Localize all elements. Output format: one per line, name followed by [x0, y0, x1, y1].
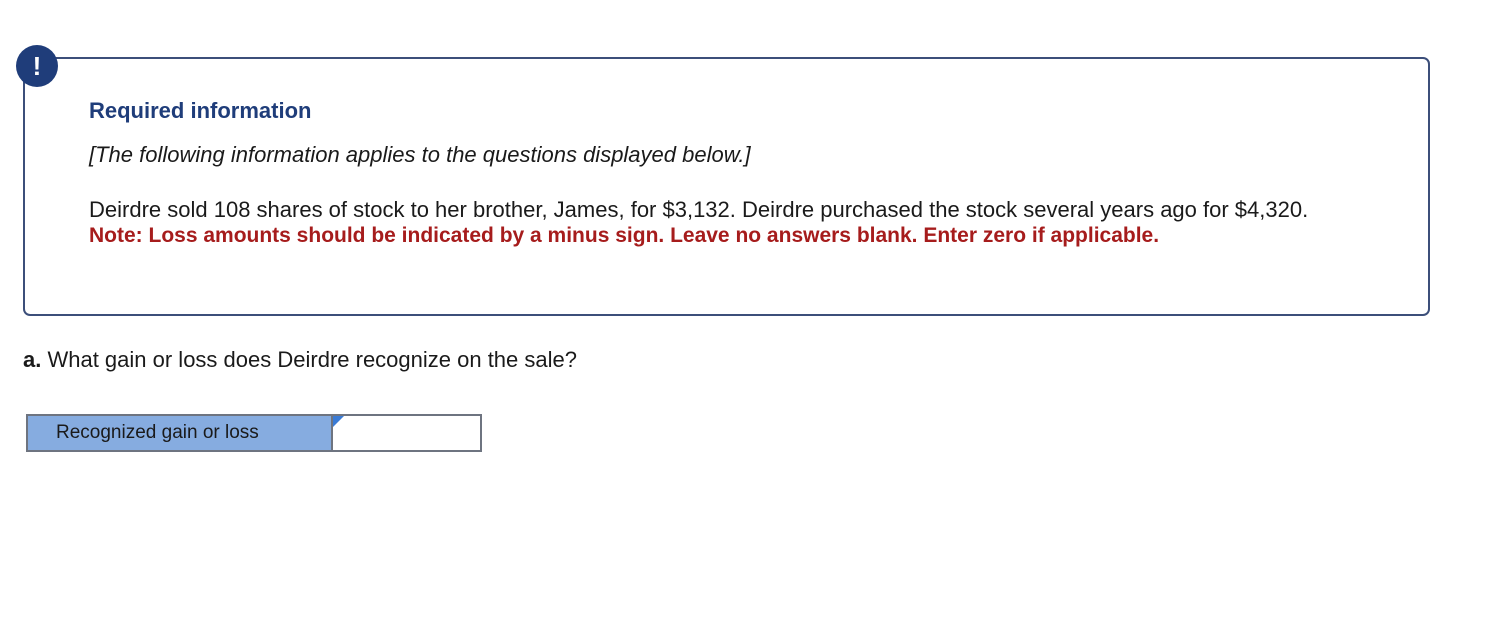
cell-indicator-icon — [333, 416, 344, 427]
recognized-gain-or-loss-label: Recognized gain or loss — [26, 414, 333, 452]
required-information-title: Required information — [89, 98, 312, 123]
answer-note: Note: Loss amounts should be indicated b… — [89, 224, 1160, 247]
info-intro-text: [The following information applies to th… — [89, 142, 751, 167]
recognized-gain-or-loss-input[interactable] — [333, 417, 480, 449]
problem-statement: Deirdre sold 108 shares of stock to her … — [89, 197, 1309, 222]
answer-input-cell — [331, 414, 482, 452]
question-label: a. — [23, 347, 42, 372]
question-a: a. What gain or loss does Deirdre recogn… — [23, 345, 577, 375]
required-information-panel: Required information [The following info… — [23, 57, 1430, 316]
table-row: Recognized gain or loss — [26, 414, 482, 452]
exclamation-icon: ! — [16, 45, 58, 87]
question-text: What gain or loss does Deirdre recognize… — [41, 347, 577, 372]
answer-table: Recognized gain or loss — [26, 414, 482, 452]
